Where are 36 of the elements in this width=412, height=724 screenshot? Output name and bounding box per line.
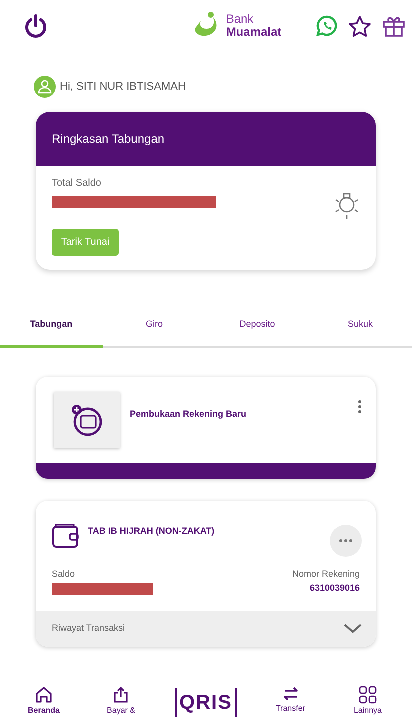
chat-icon[interactable]	[316, 15, 338, 37]
power-icon[interactable]	[25, 14, 47, 38]
grid-icon	[358, 686, 377, 704]
add-wallet-icon	[70, 403, 104, 437]
user-avatar-icon	[34, 76, 56, 98]
nav-item[interactable]: Transfer	[266, 686, 315, 717]
new-account-label: Pembukaan Rekening Baru	[130, 408, 248, 421]
nav-item[interactable]: Lainnya	[344, 686, 392, 717]
balance-label: Saldo	[52, 568, 76, 581]
history-label: Riwayat Transaksi	[52, 622, 126, 636]
greeting-text: Hi, SITI NUR IBTISAMAH	[60, 80, 186, 95]
logo-text: Muamalat	[226, 26, 282, 39]
more-button[interactable]	[330, 525, 362, 557]
tab[interactable]: Sukuk	[309, 316, 412, 346]
tab[interactable]: Giro	[103, 316, 206, 346]
nav-item[interactable]: Beranda	[20, 686, 68, 717]
tab[interactable]: Tabungan	[0, 316, 103, 348]
home-icon	[35, 686, 53, 704]
chevron-icon	[344, 624, 362, 634]
more-icon	[339, 539, 353, 543]
balance-label: Total Saldo	[52, 177, 102, 191]
wallet-icon	[52, 523, 80, 549]
tab[interactable]: Deposito	[206, 316, 309, 346]
account-name: TAB IB HIJRAH (NON-ZAKAT)	[88, 525, 216, 538]
history-toggle[interactable]: Riwayat Transaksi	[36, 611, 376, 647]
qris-button[interactable]: QRIS	[174, 688, 238, 717]
card-title: Ringkasan Tabungan	[52, 131, 165, 148]
upload-icon	[112, 686, 130, 704]
nav-item[interactable]: Bayar &	[97, 686, 146, 717]
account-number: 6310039016	[310, 582, 360, 594]
new-account-card[interactable]: Pembukaan Rekening Baru	[36, 377, 376, 479]
transfer-icon	[282, 686, 300, 702]
star-icon[interactable]	[348, 14, 372, 38]
account-number-label: Nomor Rekening	[292, 568, 360, 581]
logo-text: Bank	[226, 13, 255, 26]
more-icon[interactable]	[358, 400, 362, 414]
